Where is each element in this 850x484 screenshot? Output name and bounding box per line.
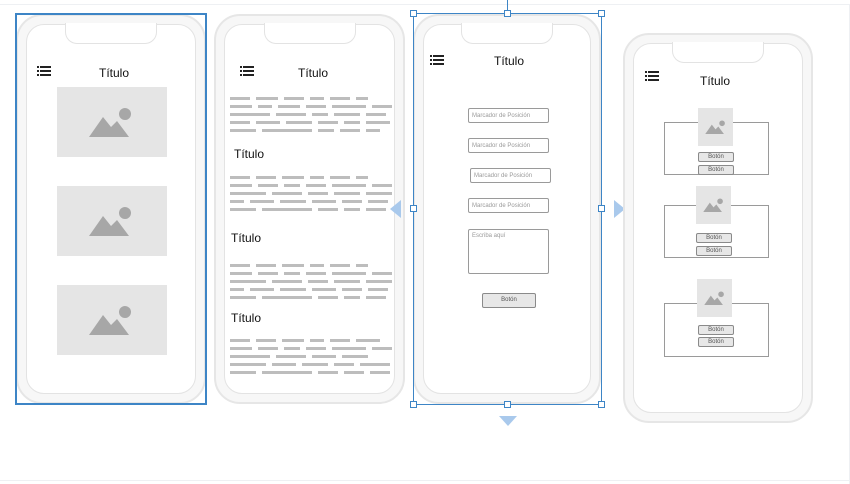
image-placeholder-icon bbox=[703, 291, 724, 305]
connect-arrow-down-icon[interactable] bbox=[499, 416, 517, 426]
phone-notch bbox=[672, 42, 764, 63]
text-placeholder-block bbox=[230, 176, 392, 211]
section-title: Título bbox=[231, 231, 262, 245]
section-title: Título bbox=[234, 147, 265, 161]
text-placeholder-block bbox=[230, 264, 392, 299]
resize-handle-ne[interactable] bbox=[598, 10, 605, 17]
phone-screen-4-display: Título Botón Botón Botón Botón Botón Bot… bbox=[633, 42, 803, 413]
text-placeholder-block bbox=[230, 339, 392, 374]
card-button[interactable]: Botón bbox=[698, 337, 734, 347]
resize-handle-w[interactable] bbox=[410, 205, 417, 212]
canvas: Título Título Título Título Título Títul… bbox=[0, 0, 850, 484]
image-placeholder-icon bbox=[702, 198, 723, 212]
resize-handle-n[interactable] bbox=[504, 10, 511, 17]
resize-handle-sw[interactable] bbox=[410, 401, 417, 408]
resize-handle-s[interactable] bbox=[504, 401, 511, 408]
selection-frame-phone-3 bbox=[413, 13, 602, 405]
card-button[interactable]: Botón bbox=[698, 325, 734, 335]
canvas-bottom-border bbox=[0, 480, 850, 481]
text-placeholder-block bbox=[230, 97, 392, 132]
canvas-top-border bbox=[0, 4, 850, 5]
image-placeholder bbox=[697, 279, 732, 317]
screen-title: Título bbox=[700, 74, 731, 88]
hamburger-list-icon[interactable] bbox=[645, 71, 659, 81]
phone-notch bbox=[263, 23, 356, 44]
image-placeholder bbox=[696, 186, 731, 224]
phone-screen-2-display: Título Título Título Título bbox=[224, 23, 395, 394]
card-button[interactable]: Botón bbox=[696, 246, 732, 256]
card-button[interactable]: Botón bbox=[698, 152, 734, 162]
resize-handle-nw[interactable] bbox=[410, 10, 417, 17]
hamburger-list-icon[interactable] bbox=[240, 66, 254, 76]
connect-arrow-left-icon[interactable] bbox=[390, 200, 401, 218]
resize-handle-se[interactable] bbox=[598, 401, 605, 408]
phone-screen-4[interactable]: Título Botón Botón Botón Botón Botón Bot… bbox=[623, 33, 813, 423]
image-placeholder-icon bbox=[704, 120, 725, 134]
selection-frame-phone-1 bbox=[15, 13, 207, 405]
phone-screen-2[interactable]: Título Título Título Título bbox=[214, 14, 405, 404]
resize-handle-e[interactable] bbox=[598, 205, 605, 212]
screen-title: Título bbox=[298, 66, 329, 80]
section-title: Título bbox=[231, 311, 262, 325]
image-placeholder bbox=[698, 108, 733, 146]
card-button[interactable]: Botón bbox=[696, 233, 732, 243]
card-button[interactable]: Botón bbox=[698, 165, 734, 175]
